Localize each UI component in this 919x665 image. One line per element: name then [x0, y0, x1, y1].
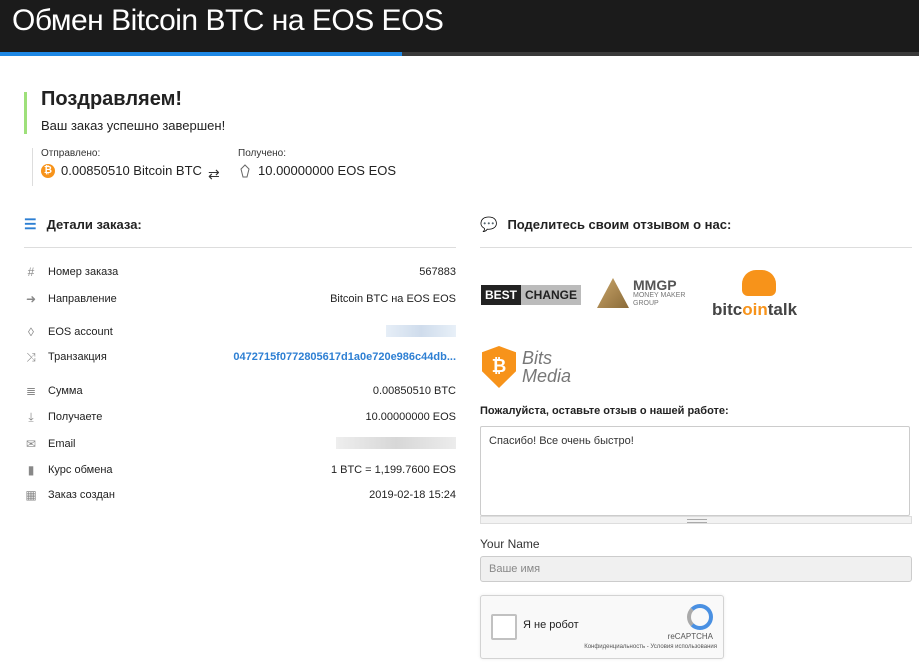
name-input[interactable]: Ваше имя	[480, 556, 912, 582]
header-bar	[402, 52, 919, 56]
textarea-resize-handle[interactable]	[480, 516, 912, 524]
sent-summary: Отправлено: ₿ 0.00850510 Bitcoin BTC	[32, 148, 202, 186]
direction-icon: ➜	[25, 292, 37, 306]
envelope-icon: ✉	[25, 437, 37, 451]
hash-icon: #	[27, 265, 35, 279]
recaptcha-brand: reCAPTCHA	[667, 632, 713, 641]
download-icon: ⤓	[28, 409, 34, 424]
coins-icon: ≣	[25, 384, 37, 398]
success-heading: Поздравляем!	[41, 88, 183, 110]
detail-row-direction: ➜ Направление Bitcoin BTC на EOS EOS	[25, 292, 456, 306]
success-subtitle: Ваш заказ успешно завершен!	[41, 118, 226, 133]
eos-icon	[240, 163, 250, 177]
bitcoin-shield-icon: ₿	[482, 346, 516, 388]
calendar-icon: ▦	[25, 488, 37, 502]
detail-row-order-number: # Номер заказа 567883	[24, 262, 456, 282]
page-header: Обмен Bitcoin BTC на EOS EOS	[0, 0, 919, 56]
sent-amount: 0.00850510 Bitcoin BTC	[61, 163, 202, 178]
bestchange-logo[interactable]: BEST CHANGE	[481, 285, 582, 305]
detail-row-rate: ▮ Курс обмена 1 BTC = 1,199.7600 EOS	[24, 460, 456, 480]
name-label: Your Name	[480, 537, 540, 551]
redacted-value	[336, 436, 456, 449]
bitcoin-icon: ₿	[41, 163, 55, 178]
order-details-title: ☰ Детали заказа:	[24, 216, 142, 232]
sent-label: Отправлено:	[41, 148, 101, 159]
chat-cloud-icon	[742, 270, 776, 296]
mmgp-logo[interactable]: MMGP MONEY MAKER GROUP	[597, 278, 685, 308]
transaction-link[interactable]: 0472715f0772805617d1a0e720e986c44db...	[233, 351, 456, 363]
recaptcha-icon	[687, 604, 713, 630]
feedback-divider	[480, 247, 912, 248]
captcha-checkbox[interactable]	[491, 614, 517, 640]
detail-row-eos-account: ◊ EOS account	[24, 322, 456, 342]
detail-row-transaction: ⤨ Транзакция 0472715f0772805617d1a0e720e…	[24, 347, 456, 367]
detail-row-email: ✉ Email	[24, 434, 456, 454]
shuffle-icon: ⤨	[26, 349, 36, 364]
details-divider	[24, 247, 456, 248]
review-label: Пожалуйста, оставьте отзыв о нашей работ…	[480, 405, 729, 417]
swap-icon: ⇄	[208, 166, 220, 182]
feedback-title: 💬 Поделитесь своим отзывом о нас:	[480, 216, 732, 232]
eos-icon: ◊	[28, 325, 34, 339]
received-summary: Получено: 10.00000000 EOS EOS	[238, 148, 396, 178]
bar-chart-icon: ▮	[27, 463, 35, 477]
chat-icon: 💬	[480, 216, 498, 232]
mmgp-mark-icon	[597, 278, 629, 308]
captcha-label: Я не робот	[523, 619, 579, 631]
redacted-value	[386, 324, 456, 337]
received-amount: 10.00000000 EOS EOS	[258, 163, 397, 178]
recaptcha-widget: Я не робот reCAPTCHA Конфиденциальность …	[480, 595, 724, 659]
page-title: Обмен Bitcoin BTC на EOS EOS	[12, 4, 444, 37]
detail-row-receive: ⤓ Получаете 10.00000000 EOS	[24, 407, 456, 427]
detail-row-created: ▦ Заказ создан 2019-02-18 15:24	[25, 488, 456, 502]
bitsmedia-logo[interactable]: ₿ Bits Media	[482, 346, 571, 388]
list-icon: ☰	[24, 216, 37, 232]
bitcointalk-logo[interactable]: bitcointalk	[712, 270, 797, 320]
detail-row-amount: ≣ Сумма 0.00850510 BTC	[25, 384, 456, 398]
success-message: Поздравляем! Ваш заказ успешно завершен!	[24, 88, 226, 134]
received-label: Получено:	[238, 148, 286, 159]
recaptcha-terms-link[interactable]: Конфиденциальность - Условия использован…	[584, 644, 717, 650]
review-textarea[interactable]: Спасибо! Все очень быстро!	[480, 426, 910, 516]
header-accent-bar	[0, 52, 402, 56]
